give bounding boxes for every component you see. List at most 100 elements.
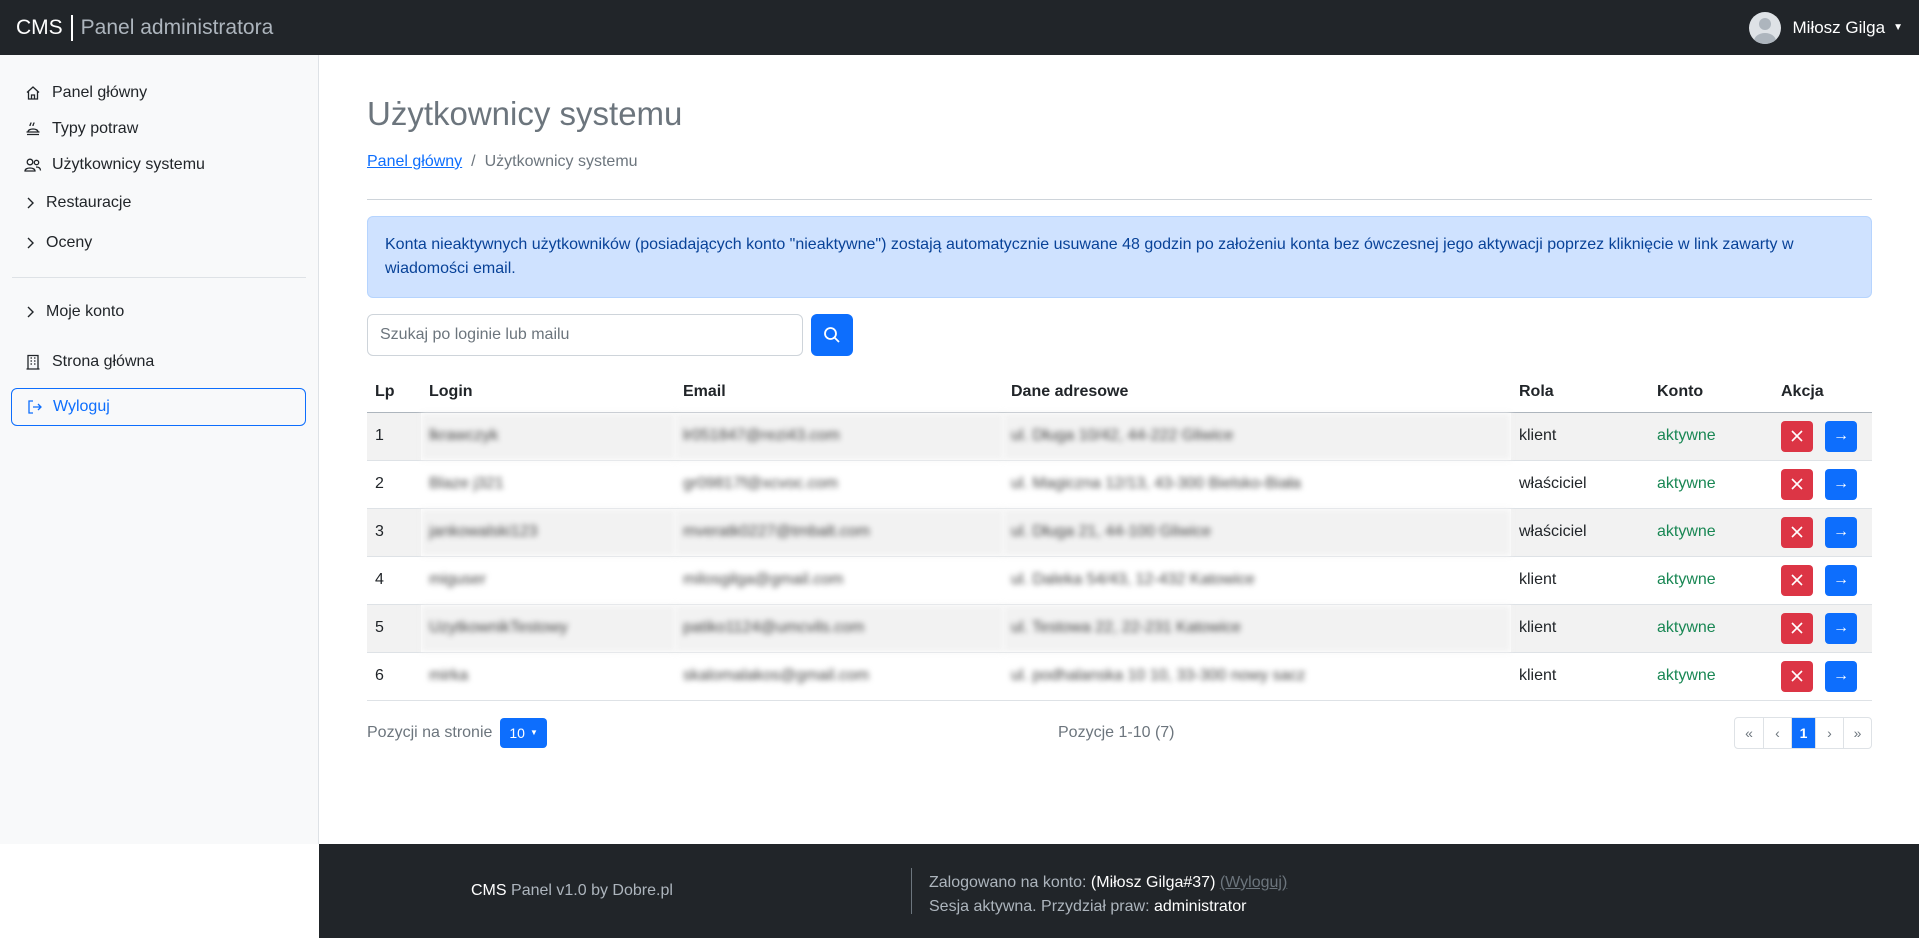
arrow-right-icon: → [1833,667,1849,684]
sidebar-item-label: Użytkownicy systemu [52,156,205,173]
cell-login: UzytkownikTestowy [421,604,675,653]
last-page-button[interactable]: » [1843,717,1871,748]
arrow-right-icon: → [1833,619,1849,636]
cell-actions: → [1773,412,1872,461]
next-page-button[interactable]: › [1815,717,1843,748]
sidebar-item-moje-konto[interactable]: Moje konto [0,292,318,332]
breadcrumb-home-link[interactable]: Panel główny [367,153,462,171]
per-page-label: Pozycji na stronie [367,723,493,741]
table-row: 2 Blaze j321 gr09817f@xcvoc.com ul. Magi… [367,460,1872,509]
sidebar: Panel główny Typy potraw Użytkownicy sys… [0,55,319,844]
cell-role: właściciel [1511,460,1649,509]
details-button[interactable]: → [1825,660,1857,692]
cell-address: ul. Magiczna 12/13, 43-300 Bielsko-Biała [1003,460,1511,509]
close-icon [1791,574,1803,586]
delete-button[interactable] [1781,468,1813,500]
per-page-dropdown[interactable]: 10 ▼ [500,717,547,748]
column-header: Dane adresowe [1003,372,1511,413]
details-button[interactable]: → [1825,420,1857,452]
sidebar-item-restauracje[interactable]: Restauracje [0,183,318,223]
top-navbar: CMS Panel administratora Miłosz Gilga ▼ [0,0,1919,55]
cell-role: klient [1511,652,1649,701]
search-input[interactable] [367,314,803,356]
close-icon [1791,526,1803,538]
cell-email: gr09817f@xcvoc.com [675,460,1003,509]
cell-address: ul. Długa 10/42, 44-222 Gliwice [1003,412,1511,461]
search-button[interactable] [811,314,853,356]
details-button[interactable]: → [1825,612,1857,644]
caret-down-icon: ▼ [529,728,538,737]
close-icon [1791,670,1803,682]
column-header: Konto [1649,372,1773,413]
details-button[interactable]: → [1825,516,1857,548]
close-icon [1791,478,1803,490]
breadcrumb: Panel główny / Użytkownicy systemu [367,153,1872,171]
sidebar-item-panel-glowny[interactable]: Panel główny [0,75,318,111]
brand-divider [70,14,73,41]
title-divider [367,199,1872,200]
cell-lp: 3 [367,508,421,557]
double-chevron-left-icon: « [1745,724,1753,741]
logged-user: (Miłosz Gilga#37) [1090,874,1216,891]
sidebar-item-oceny[interactable]: Oceny [0,223,318,263]
delete-button[interactable] [1781,612,1813,644]
close-icon [1791,622,1803,634]
per-page: Pozycji na stronie 10 ▼ [367,717,547,748]
sidebar-item-uzytkownicy[interactable]: Użytkownicy systemu [0,147,318,183]
cell-login: jankowalski123 [421,508,675,557]
sidebar-item-strona-glowna[interactable]: Strona główna [0,344,318,380]
first-page-button[interactable]: « [1735,718,1763,748]
details-button[interactable]: → [1825,468,1857,500]
info-alert: Konta nieaktywnych użytkowników (posiada… [367,216,1872,298]
cell-address: ul. Testowa 22, 22-231 Katowice [1003,604,1511,653]
cell-role: klient [1511,412,1649,461]
arrow-right-icon: → [1833,571,1849,588]
footer-logout-link[interactable]: (Wyloguj) [1220,874,1287,891]
users-table: Lp Login Email Dane adresowe Rola Konto … [367,372,1872,701]
sidebar-item-label: Restauracje [46,194,132,211]
cell-role: klient [1511,604,1649,653]
delete-button[interactable] [1781,516,1813,548]
table-row: 3 jankowalski123 mveratk0227@tmbalt.com … [367,508,1872,557]
logged-label: Zalogowano na konto: [929,874,1087,891]
cell-login: mirka [421,652,675,701]
cell-status: aktywne [1649,556,1773,605]
cell-actions: → [1773,460,1872,509]
cell-email: milosgilga@gmail.com [675,556,1003,605]
footer: CMS Panel v1.0 by Dobre.pl Zalogowano na… [319,844,1919,938]
user-menu[interactable]: Miłosz Gilga ▼ [1748,11,1903,44]
avatar [1748,11,1781,44]
delete-button[interactable] [1781,420,1813,452]
prev-page-button[interactable]: ‹ [1763,717,1791,748]
logout-label: Wyloguj [53,398,110,415]
cell-address: ul. podhalanska 10 10, 33-300 nowy sacz [1003,652,1511,701]
cell-actions: → [1773,604,1872,653]
brand-cms: CMS [16,15,63,39]
column-header: Email [675,372,1003,413]
sidebar-item-label: Typy potraw [52,120,139,137]
delete-button[interactable] [1781,564,1813,596]
cell-lp: 4 [367,556,421,605]
chevron-right-icon [24,234,36,252]
table-row: 6 mirka skalomalakos@gmail.com ul. podha… [367,652,1872,701]
users-icon [24,156,42,174]
sidebar-item-typy-potraw[interactable]: Typy potraw [0,111,318,147]
column-header: Akcja [1773,372,1872,413]
positions-info: Pozycje 1-10 (7) [1058,723,1175,741]
chevron-left-icon: ‹ [1775,724,1780,741]
arrow-right-icon: → [1833,523,1849,540]
main-content: Użytkownicy systemu Panel główny / Użytk… [367,55,1872,749]
cell-address: ul. Daleka 54/43, 12-432 Katowice [1003,556,1511,605]
brand-panel: Panel administratora [80,15,274,39]
cell-status: aktywne [1649,460,1773,509]
cell-lp: 6 [367,652,421,701]
search-icon [824,327,840,343]
page-title: Użytkownicy systemu [367,95,683,132]
user-name: Miłosz Gilga [1792,17,1886,37]
details-button[interactable]: → [1825,564,1857,596]
delete-button[interactable] [1781,660,1813,692]
brand[interactable]: CMS Panel administratora [16,14,274,41]
breadcrumb-separator: / [471,153,476,170]
page-button[interactable]: 1 [1791,717,1815,748]
logout-button[interactable]: Wyloguj [11,388,306,426]
